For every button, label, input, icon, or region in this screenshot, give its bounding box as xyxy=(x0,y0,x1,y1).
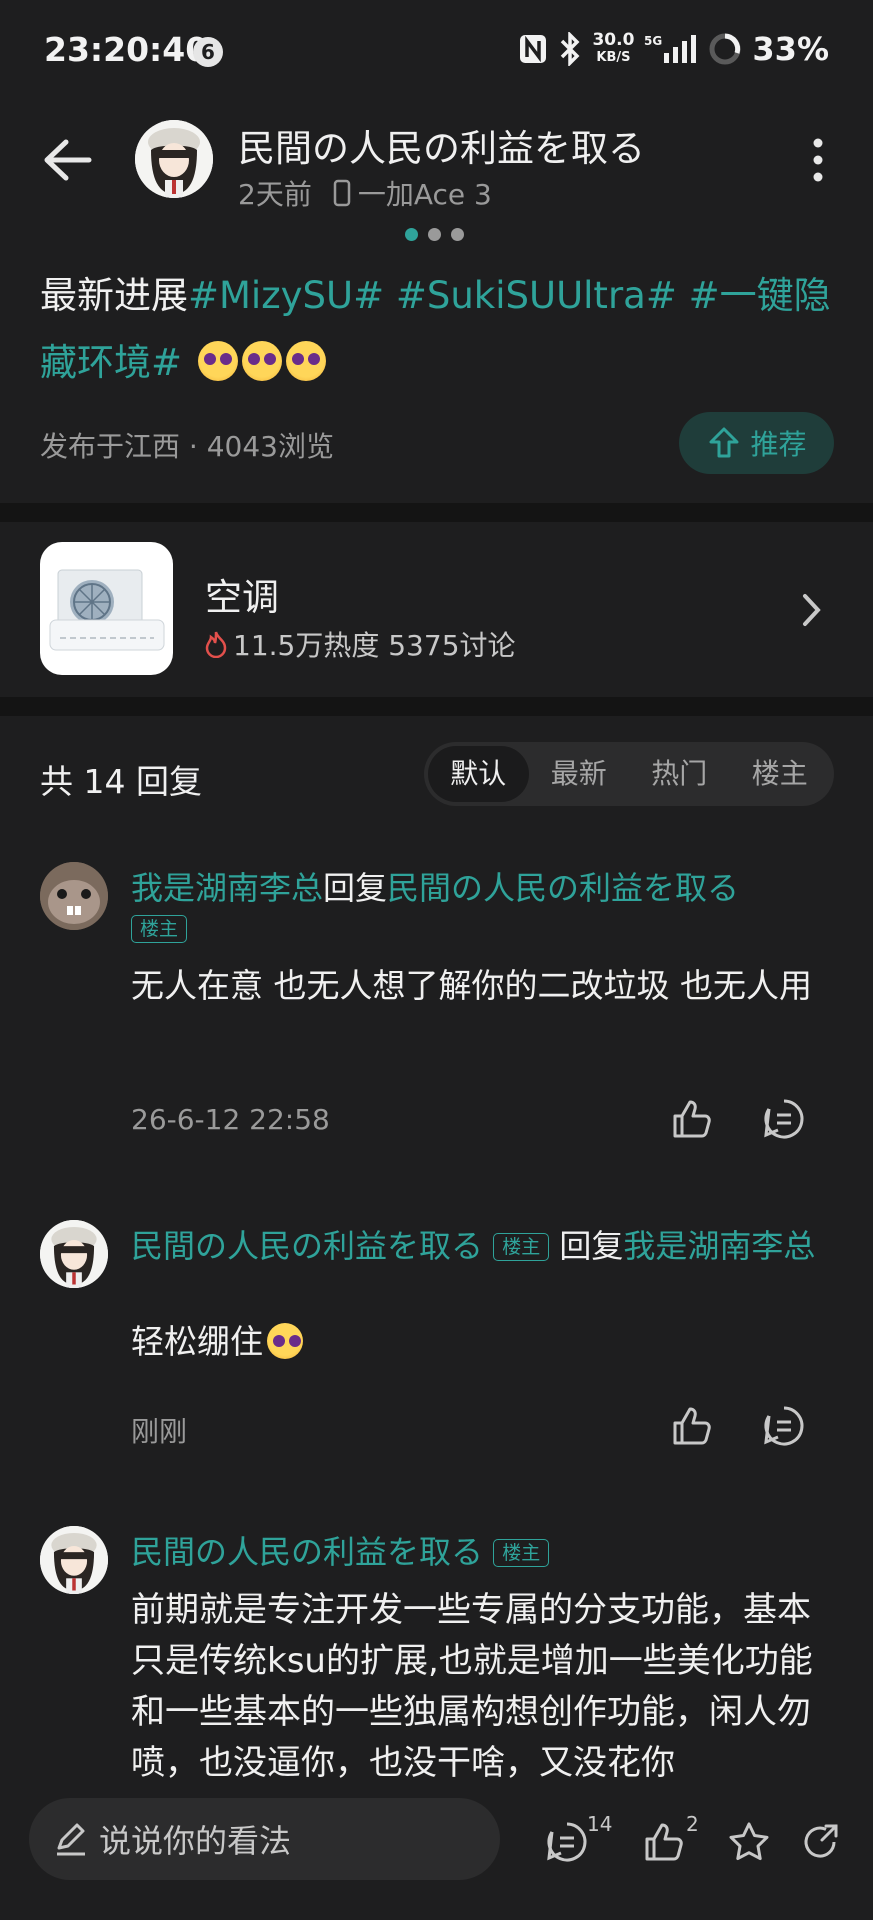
comment-text: 前期就是专注开发一些专属的分支功能，基本只是传统ksu的扩展,也就是增加一些美化… xyxy=(131,1590,813,1783)
topic-stats-text: 11.5万热度 5375讨论 xyxy=(233,629,516,662)
like-icon[interactable] xyxy=(670,1404,714,1448)
bluetooth-icon xyxy=(561,32,580,66)
topic-card[interactable]: 空调 11.5万热度 5375讨论 xyxy=(0,522,873,697)
commenter-avatar[interactable] xyxy=(40,1526,108,1594)
reply-target-name[interactable]: 民間の人民の利益を取る xyxy=(387,869,739,907)
comment-time: 26-6-12 22:58 xyxy=(131,1103,330,1136)
comments-count: 14 xyxy=(587,1812,613,1836)
post-time: 2天前 xyxy=(238,178,312,211)
sort-tab-newest[interactable]: 最新 xyxy=(529,746,630,802)
device-name: 一加Ace 3 xyxy=(357,178,492,211)
comment-header: 民間の人民の利益を取る 楼主 回复我是湖南李总 xyxy=(131,1226,831,1266)
more-options-icon[interactable] xyxy=(813,138,823,182)
sort-tab-op[interactable]: 楼主 xyxy=(730,746,831,802)
emoji-icon xyxy=(197,341,238,381)
network-speed: 30.0 KB/S xyxy=(592,30,635,66)
status-bar: 23:20:40 6 30.0 KB/S 5G 33% xyxy=(0,0,873,100)
author-name[interactable]: 民間の人民の利益を取る xyxy=(238,118,645,172)
comment-input[interactable]: 说说你的看法 xyxy=(29,1798,500,1880)
comment-text: 轻松绷住 xyxy=(131,1316,831,1368)
reply-target-name[interactable]: 我是湖南李总 xyxy=(623,1227,815,1265)
sort-tabs: 默认 最新 热门 楼主 xyxy=(424,742,834,806)
phone-icon xyxy=(333,179,351,207)
op-tag: 楼主 xyxy=(493,1539,550,1567)
air-conditioner-icon xyxy=(49,569,165,651)
hashtag-link[interactable]: #SukiSUUltra# xyxy=(396,274,677,317)
op-tag: 楼主 xyxy=(131,915,188,943)
commenter-name[interactable]: 民間の人民の利益を取る xyxy=(131,1227,483,1265)
nfc-icon xyxy=(520,35,547,63)
comment-time: 刚刚 xyxy=(131,1415,188,1448)
star-icon[interactable] xyxy=(727,1820,771,1864)
page-dot xyxy=(405,228,418,241)
op-tag: 楼主 xyxy=(493,1233,550,1261)
comment-text: 无人在意 也无人想了解你的二改垃圾 也无人用 xyxy=(131,966,812,1005)
recommend-button[interactable]: 推荐 xyxy=(679,412,834,474)
post-meta: 发布于江西 · 4043浏览 xyxy=(40,430,334,463)
reply-comment-icon[interactable] xyxy=(762,1097,806,1141)
status-time: 23:20:40 xyxy=(44,30,209,69)
post-lead-text: 最新进展 xyxy=(40,274,188,317)
emoji-icon xyxy=(267,1323,303,1359)
emoji-icon xyxy=(241,341,282,381)
anime-girl-avatar-icon xyxy=(135,120,213,198)
chevron-right-icon xyxy=(803,594,821,626)
commenter-avatar[interactable] xyxy=(40,1220,108,1288)
hamster-avatar-icon xyxy=(40,862,108,930)
comment-header: 民間の人民の利益を取る 楼主 xyxy=(131,1532,831,1572)
section-divider xyxy=(0,697,873,716)
likes-count: 2 xyxy=(686,1812,699,1836)
reply-count: 共 14 回复 xyxy=(40,762,202,801)
notification-count-badge: 6 xyxy=(193,37,223,67)
5g-signal-icon: 5G xyxy=(644,34,697,63)
post-subinfo: 2天前 一加Ace 3 xyxy=(238,173,492,213)
topic-stats: 11.5万热度 5375讨论 xyxy=(205,624,516,664)
commenter-name[interactable]: 我是湖南李总 xyxy=(131,869,323,907)
recommend-label: 推荐 xyxy=(750,428,807,461)
reply-word: 回复 xyxy=(559,1227,624,1265)
like-icon[interactable] xyxy=(670,1097,714,1141)
anime-girl-avatar-icon xyxy=(40,1526,108,1594)
reply-word: 回复 xyxy=(323,869,388,907)
page-dot xyxy=(428,228,441,241)
fire-icon xyxy=(205,631,227,658)
post-content: 最新进展#MizySU# #SukiSUUltra# #一键隐藏环境# xyxy=(40,262,840,396)
like-post-icon[interactable] xyxy=(642,1820,686,1864)
commenter-name[interactable]: 民間の人民の利益を取る xyxy=(131,1533,483,1571)
reply-comment-icon[interactable] xyxy=(762,1404,806,1448)
status-icons: 30.0 KB/S 5G 33% xyxy=(518,30,829,68)
battery-percent: 33% xyxy=(752,30,829,68)
share-icon[interactable] xyxy=(800,1820,844,1864)
page-indicator xyxy=(405,228,464,241)
anime-girl-avatar-icon xyxy=(40,1220,108,1288)
topic-image xyxy=(40,542,173,675)
emoji-icon xyxy=(285,341,326,381)
section-divider xyxy=(0,503,873,522)
sort-tab-default[interactable]: 默认 xyxy=(428,746,529,802)
author-avatar[interactable] xyxy=(135,120,213,198)
battery-ring-icon xyxy=(709,33,741,65)
topic-name: 空调 xyxy=(205,576,279,619)
up-arrow-icon xyxy=(709,427,739,458)
page-dot xyxy=(451,228,464,241)
svg-text:5G: 5G xyxy=(644,34,662,48)
commenter-avatar[interactable] xyxy=(40,862,108,930)
pencil-icon xyxy=(57,1823,85,1856)
hashtag-link[interactable]: #MizySU# xyxy=(188,274,384,317)
back-arrow-icon[interactable] xyxy=(42,138,92,182)
bottom-bar: 说说你的看法 14 2 xyxy=(0,1790,873,1920)
comments-icon[interactable] xyxy=(545,1820,589,1864)
comment-input-placeholder: 说说你的看法 xyxy=(99,1822,292,1860)
comment-header: 我是湖南李总回复民間の人民の利益を取る 楼主 xyxy=(131,868,831,948)
sort-tab-hot[interactable]: 热门 xyxy=(629,746,730,802)
